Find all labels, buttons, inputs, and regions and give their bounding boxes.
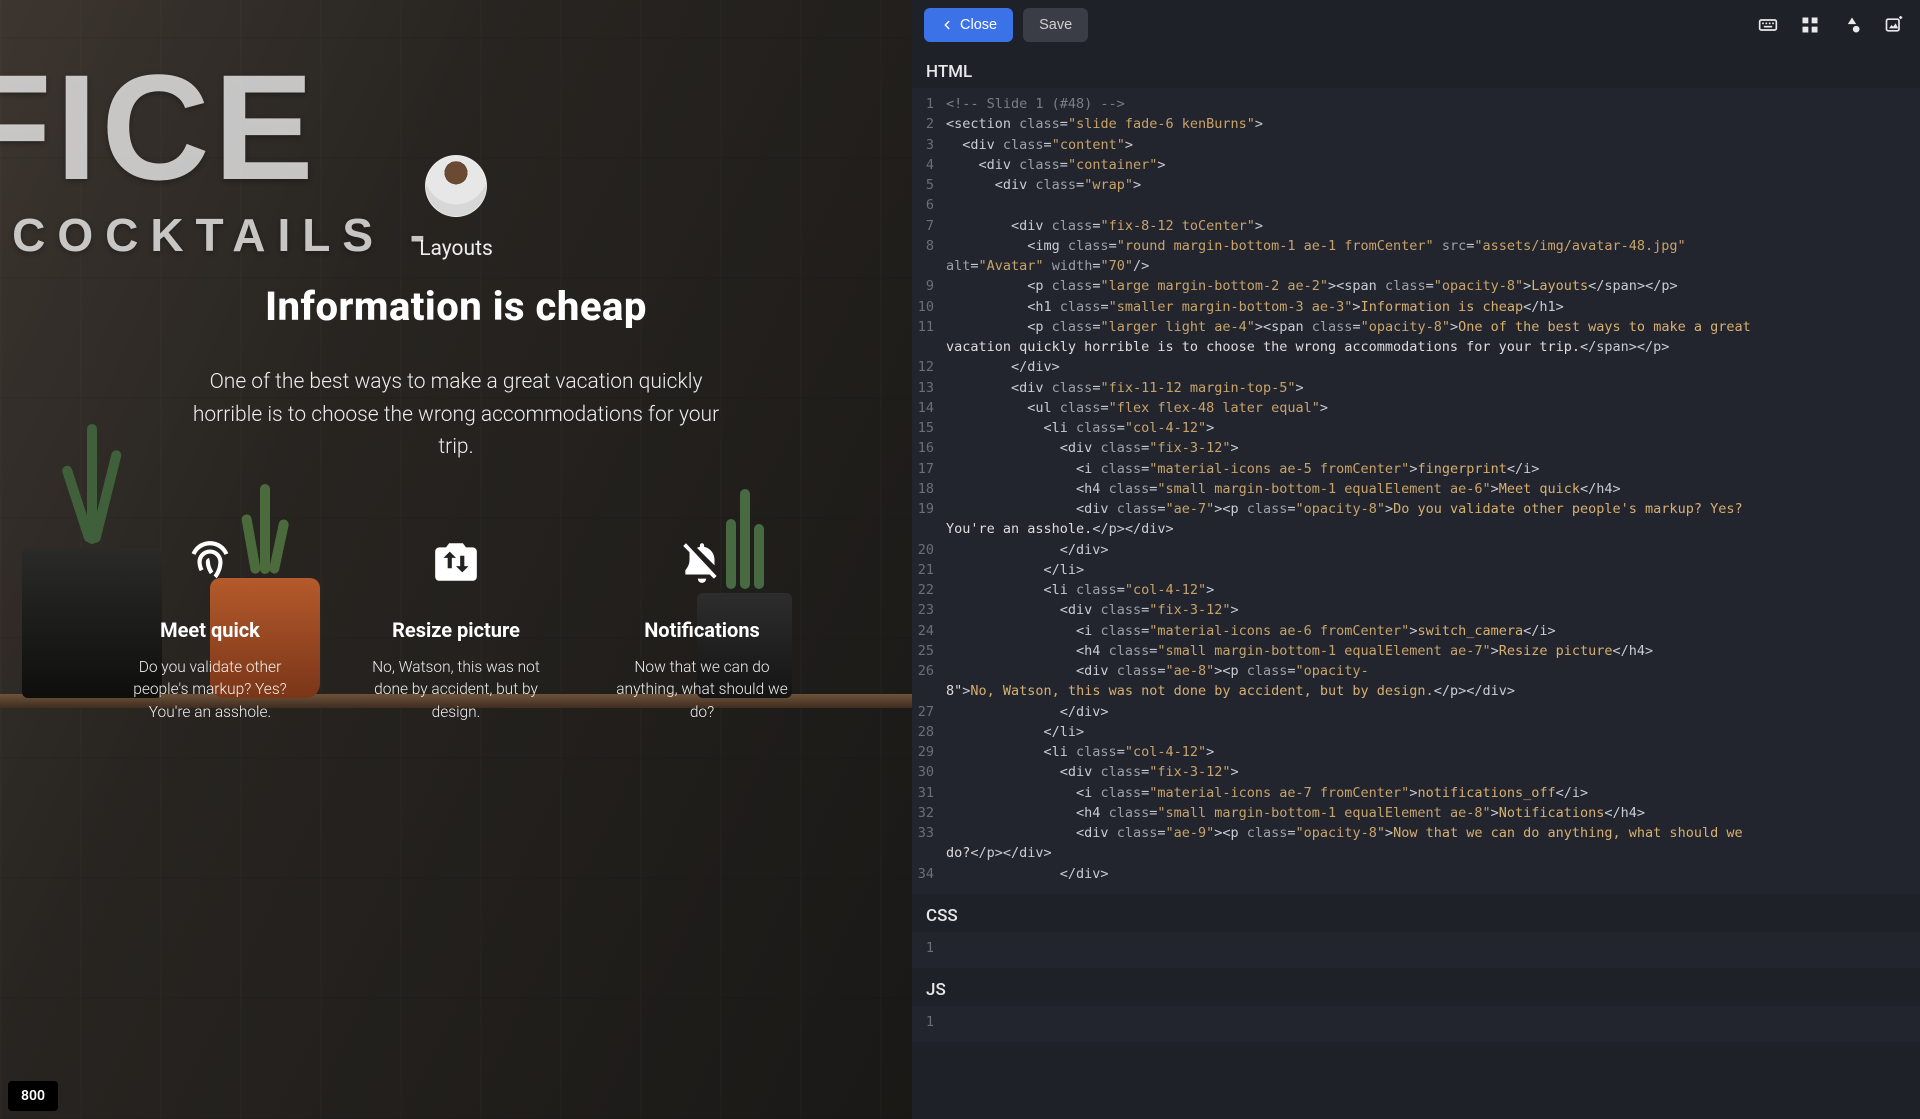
toolbar-right bbox=[1758, 15, 1908, 35]
code-line[interactable]: 1 bbox=[912, 1012, 1920, 1032]
js-code-block[interactable]: 1 bbox=[912, 1006, 1920, 1042]
code-line[interactable]: 20 </div> bbox=[912, 540, 1920, 560]
code-line[interactable]: 33 <div class="ae-9"><p class="opacity-8… bbox=[912, 823, 1920, 843]
editor-scroll[interactable]: HTML 1<!-- Slide 1 (#48) -->2<section cl… bbox=[912, 50, 1920, 1119]
feature-heading: Notifications bbox=[607, 618, 797, 642]
code-line[interactable]: alt="Avatar" width="70"/> bbox=[912, 256, 1920, 276]
close-button[interactable]: Close bbox=[924, 8, 1013, 42]
notifications-off-icon bbox=[607, 534, 797, 590]
code-line[interactable]: 16 <div class="fix-3-12"> bbox=[912, 438, 1920, 458]
code-line[interactable]: 25 <h4 class="small margin-bottom-1 equa… bbox=[912, 641, 1920, 661]
grid-icon[interactable] bbox=[1800, 15, 1820, 35]
editor-toolbar: Close Save bbox=[912, 0, 1920, 50]
code-editor-panel: Close Save HTML 1<!-- Slide 1 (#48) -->2… bbox=[912, 0, 1920, 1119]
feature-item: Notifications Now that we can do anythin… bbox=[607, 534, 797, 723]
fingerprint-icon bbox=[115, 534, 305, 590]
code-line[interactable]: 14 <ul class="flex flex-48 later equal"> bbox=[912, 398, 1920, 418]
feature-body: Now that we can do anything, what should… bbox=[607, 656, 797, 723]
slide-subtitle: Layouts bbox=[419, 237, 493, 261]
code-line[interactable]: 32 <h4 class="small margin-bottom-1 equa… bbox=[912, 803, 1920, 823]
section-label-js: JS bbox=[912, 968, 1920, 1006]
slide-content: Layouts Information is cheap One of the … bbox=[0, 0, 912, 1119]
code-line[interactable]: vacation quickly horrible is to choose t… bbox=[912, 337, 1920, 357]
code-line[interactable]: 2<section class="slide fade-6 kenBurns"> bbox=[912, 114, 1920, 134]
feature-heading: Meet quick bbox=[115, 618, 305, 642]
feature-item: Meet quick Do you validate other people'… bbox=[115, 534, 305, 723]
code-line[interactable]: 3 <div class="content"> bbox=[912, 135, 1920, 155]
code-line[interactable]: 6 bbox=[912, 195, 1920, 215]
slide-preview: FICE - COCKTAILS - Layouts Information i… bbox=[0, 0, 912, 1119]
code-line[interactable]: 31 <i class="material-icons ae-7 fromCen… bbox=[912, 783, 1920, 803]
save-button[interactable]: Save bbox=[1023, 8, 1088, 42]
code-line[interactable]: 9 <p class="large margin-bottom-2 ae-2">… bbox=[912, 276, 1920, 296]
code-line[interactable]: 1<!-- Slide 1 (#48) --> bbox=[912, 94, 1920, 114]
code-line[interactable]: 17 <i class="material-icons ae-5 fromCen… bbox=[912, 459, 1920, 479]
feature-heading: Resize picture bbox=[361, 618, 551, 642]
code-line[interactable]: 5 <div class="wrap"> bbox=[912, 175, 1920, 195]
code-line[interactable]: 12 </div> bbox=[912, 357, 1920, 377]
add-image-icon[interactable] bbox=[1884, 15, 1904, 35]
avatar bbox=[425, 155, 487, 217]
code-line[interactable]: 18 <h4 class="small margin-bottom-1 equa… bbox=[912, 479, 1920, 499]
keyboard-icon[interactable] bbox=[1758, 15, 1778, 35]
code-line[interactable]: 10 <h1 class="smaller margin-bottom-3 ae… bbox=[912, 297, 1920, 317]
code-line[interactable]: You're an asshole.</p></div> bbox=[912, 519, 1920, 539]
switch-camera-icon bbox=[361, 534, 551, 590]
html-code-block[interactable]: 1<!-- Slide 1 (#48) -->2<section class="… bbox=[912, 88, 1920, 894]
slide-title: Information is cheap bbox=[265, 283, 647, 330]
code-line[interactable]: 7 <div class="fix-8-12 toCenter"> bbox=[912, 216, 1920, 236]
save-label: Save bbox=[1039, 17, 1072, 33]
code-line[interactable]: 13 <div class="fix-11-12 margin-top-5"> bbox=[912, 378, 1920, 398]
code-line[interactable]: 1 bbox=[912, 938, 1920, 958]
code-line[interactable]: 4 <div class="container"> bbox=[912, 155, 1920, 175]
close-label: Close bbox=[960, 17, 997, 33]
code-line[interactable]: 22 <li class="col-4-12"> bbox=[912, 580, 1920, 600]
chevron-left-icon bbox=[940, 18, 954, 32]
code-line[interactable]: 27 </div> bbox=[912, 702, 1920, 722]
feature-body: Do you validate other people's markup? Y… bbox=[115, 656, 305, 723]
code-line[interactable]: do?</p></div> bbox=[912, 843, 1920, 863]
code-line[interactable]: 26 <div class="ae-8"><p class="opacity- bbox=[912, 661, 1920, 681]
feature-body: No, Watson, this was not done by acciden… bbox=[361, 656, 551, 723]
code-line[interactable]: 29 <li class="col-4-12"> bbox=[912, 742, 1920, 762]
code-line[interactable]: 11 <p class="larger light ae-4"><span cl… bbox=[912, 317, 1920, 337]
code-line[interactable]: 15 <li class="col-4-12"> bbox=[912, 418, 1920, 438]
code-line[interactable]: 34 </div> bbox=[912, 864, 1920, 884]
feature-item: Resize picture No, Watson, this was not … bbox=[361, 534, 551, 723]
code-line[interactable]: 23 <div class="fix-3-12"> bbox=[912, 600, 1920, 620]
code-line[interactable]: 21 </li> bbox=[912, 560, 1920, 580]
code-line[interactable]: 8">No, Watson, this was not done by acci… bbox=[912, 681, 1920, 701]
code-line[interactable]: 30 <div class="fix-3-12"> bbox=[912, 762, 1920, 782]
css-code-block[interactable]: 1 bbox=[912, 932, 1920, 968]
code-line[interactable]: 8 <img class="round margin-bottom-1 ae-1… bbox=[912, 236, 1920, 256]
feature-row: Meet quick Do you validate other people'… bbox=[115, 534, 797, 723]
code-line[interactable]: 28 </li> bbox=[912, 722, 1920, 742]
section-label-css: CSS bbox=[912, 894, 1920, 932]
slide-tagline: One of the best ways to make a great vac… bbox=[176, 366, 736, 464]
code-line[interactable]: 19 <div class="ae-7"><p class="opacity-8… bbox=[912, 499, 1920, 519]
section-label-html: HTML bbox=[912, 50, 1920, 88]
shapes-icon[interactable] bbox=[1842, 15, 1862, 35]
code-line[interactable]: 24 <i class="material-icons ae-6 fromCen… bbox=[912, 621, 1920, 641]
